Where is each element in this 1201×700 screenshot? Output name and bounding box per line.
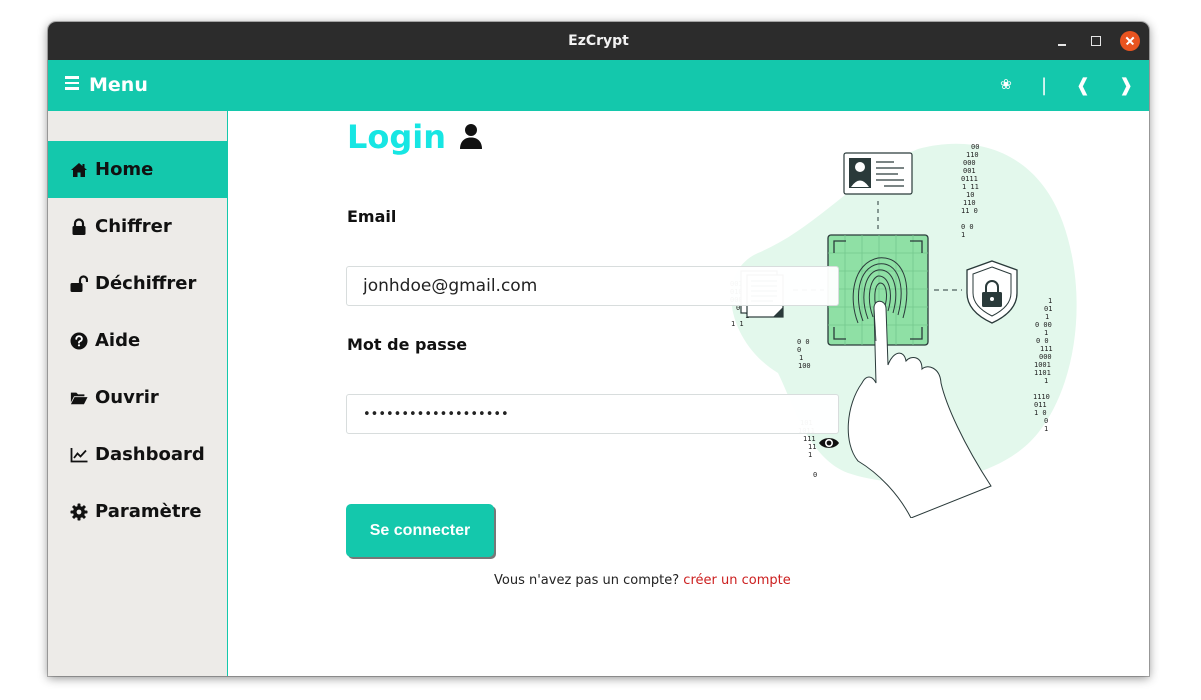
login-title: Login: [347, 118, 447, 156]
svg-text:10: 10: [966, 191, 974, 199]
svg-text:000: 000: [963, 159, 976, 167]
svg-text:001: 001: [963, 167, 976, 175]
svg-text:1: 1: [1048, 297, 1052, 305]
sidebar-item-dashboard[interactable]: Dashboard: [48, 426, 227, 483]
sidebar-item-aide[interactable]: Aide: [48, 312, 227, 369]
folder-open-icon: [70, 389, 88, 407]
svg-text:100: 100: [798, 362, 811, 370]
title-bar: EzCrypt: [48, 22, 1149, 60]
svg-text:1: 1: [1044, 377, 1048, 385]
main-content: 0011000000101111 111011011 00 01 1010010…: [229, 111, 1149, 676]
fingerprint-security-illustration: 0011000000101111 111011011 00 01 1010010…: [730, 143, 1077, 518]
svg-text:110: 110: [966, 151, 979, 159]
svg-text:1: 1: [1044, 329, 1048, 337]
svg-text:1 0: 1 0: [1034, 409, 1047, 417]
svg-text:000: 000: [1039, 353, 1052, 361]
svg-text:0: 0: [1044, 417, 1048, 425]
login-submit-button[interactable]: Se connecter: [346, 504, 494, 557]
sidebar-item-label: Déchiffrer: [95, 273, 197, 294]
signup-text: Vous n'avez pas un compte?: [494, 573, 680, 588]
signup-link[interactable]: créer un compte: [683, 573, 790, 588]
svg-text:1001: 1001: [1034, 361, 1051, 369]
menu-bar: Menu ❀ | ❰ ❱: [48, 60, 1149, 111]
svg-text:1110: 1110: [1033, 393, 1050, 401]
svg-text:011: 011: [1034, 401, 1047, 409]
svg-text:00: 00: [971, 143, 979, 151]
line-chart-icon: [70, 446, 88, 464]
svg-text:110: 110: [963, 199, 976, 207]
svg-text:1: 1: [1044, 425, 1048, 433]
forward-arrow-icon[interactable]: ❱: [1116, 60, 1136, 111]
theme-toggle-icon[interactable]: ❀: [996, 60, 1016, 111]
svg-text:11 0: 11 0: [961, 207, 978, 215]
password-label: Mot de passe: [347, 335, 468, 354]
signup-prompt: Vous n'avez pas un compte? créer un comp…: [494, 573, 791, 588]
sidebar-item-label: Ouvrir: [95, 387, 159, 408]
svg-text:0 0: 0 0: [797, 338, 810, 346]
sidebar-item-label: Aide: [95, 330, 141, 351]
sidebar-item-home[interactable]: Home: [48, 141, 227, 198]
svg-text:111: 111: [1040, 345, 1053, 353]
back-arrow-icon[interactable]: ❰: [1073, 60, 1093, 111]
close-icon[interactable]: [1120, 31, 1140, 51]
sidebar-item-label: Paramètre: [95, 501, 202, 522]
gear-icon: [70, 503, 88, 521]
maximize-icon[interactable]: [1086, 31, 1106, 51]
svg-text:1101: 1101: [1034, 369, 1051, 377]
sidebar-item-label: Home: [95, 159, 154, 180]
svg-text:1 11: 1 11: [962, 183, 979, 191]
unlock-icon: [70, 274, 88, 293]
svg-text:0111: 0111: [961, 175, 978, 183]
sidebar-item-chiffrer[interactable]: Chiffrer: [48, 198, 227, 255]
email-label: Email: [347, 207, 397, 226]
minimize-icon[interactable]: [1052, 31, 1072, 51]
sidebar-item-dechiffrer[interactable]: Déchiffrer: [48, 255, 227, 312]
window-title: EzCrypt: [568, 33, 629, 49]
home-icon: [70, 161, 88, 179]
svg-text:111: 111: [803, 435, 816, 443]
app-window: EzCrypt Menu ❀ | ❰ ❱ Home Chiffrer Déchi…: [48, 22, 1149, 676]
sidebar-item-label: Dashboard: [95, 444, 205, 465]
svg-text:1: 1: [799, 354, 803, 362]
svg-text:1: 1: [1045, 313, 1049, 321]
svg-text:0 0: 0 0: [961, 223, 974, 231]
svg-text:0: 0: [813, 471, 817, 479]
sidebar-item-label: Chiffrer: [95, 216, 172, 237]
menu-toggle-button[interactable]: Menu: [89, 60, 148, 111]
password-field[interactable]: [346, 394, 839, 434]
separator: |: [1040, 75, 1048, 96]
svg-text:0: 0: [797, 346, 801, 354]
sidebar: Home Chiffrer Déchiffrer Aide Ouvrir Das…: [48, 111, 228, 676]
email-field[interactable]: [346, 266, 839, 306]
svg-text:11: 11: [808, 443, 816, 451]
eye-icon[interactable]: [818, 435, 840, 451]
lock-icon: [70, 217, 88, 236]
svg-text:0 00: 0 00: [1035, 321, 1052, 329]
svg-text:1: 1: [808, 451, 812, 459]
svg-text:1: 1: [961, 231, 965, 239]
sidebar-item-parametre[interactable]: Paramètre: [48, 483, 227, 540]
question-circle-icon: [70, 332, 88, 350]
svg-text:1 1: 1 1: [731, 320, 744, 328]
user-icon: [459, 123, 483, 149]
svg-text:01: 01: [1044, 305, 1052, 313]
svg-text:0 0: 0 0: [1036, 337, 1049, 345]
hamburger-menu-icon[interactable]: [65, 76, 79, 90]
sidebar-item-ouvrir[interactable]: Ouvrir: [48, 369, 227, 426]
